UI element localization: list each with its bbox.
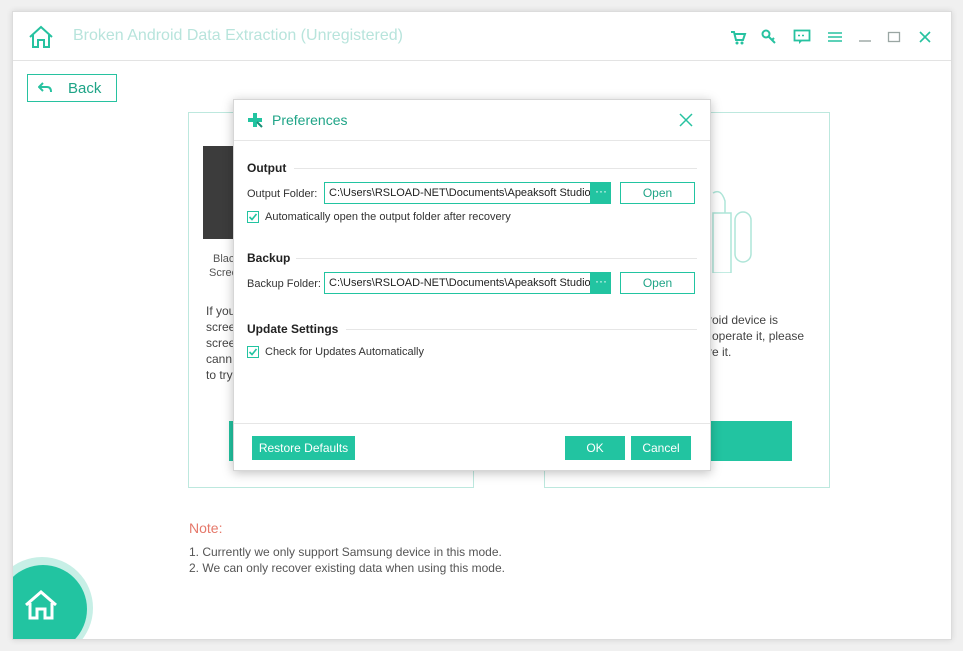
note-title: Note: [189,520,223,536]
panel-text-line: scree [206,320,236,334]
dialog-header: Preferences [234,100,710,141]
cancel-button[interactable]: Cancel [631,436,691,460]
app-logo-icon [247,112,263,133]
panel-text-line: cann [206,352,233,366]
minimize-icon[interactable] [856,28,874,46]
output-open-button[interactable]: Open [620,182,695,204]
close-icon[interactable] [679,113,693,127]
back-label: Back [68,80,102,97]
output-browse-button[interactable]: ··· [591,182,611,204]
back-arrow-icon [37,81,52,99]
backup-browse-button[interactable]: ··· [591,272,611,294]
output-section-title: Output [247,161,287,175]
divider [346,329,697,330]
divider [296,258,697,259]
check-updates-label[interactable]: Check for Updates Automatically [265,346,424,358]
cart-icon[interactable] [729,28,747,46]
panel-text-line: roid device is [708,313,779,327]
footer-divider [234,423,710,424]
check-updates-checkbox[interactable] [247,346,259,358]
panel-text-line: to try [206,368,233,382]
home-icon[interactable] [28,25,54,49]
maximize-icon[interactable] [885,28,903,46]
feedback-icon[interactable] [793,28,811,46]
back-button[interactable]: Back [27,74,117,102]
note-line: 2. We can only recover existing data whe… [189,561,505,575]
panel-text-line: scree [206,336,236,350]
update-section-title: Update Settings [247,322,339,336]
menu-icon[interactable] [826,28,844,46]
app-title: Broken Android Data Extraction (Unregist… [73,27,403,44]
home-icon[interactable] [24,590,58,625]
auto-open-checkbox[interactable] [247,211,259,223]
ok-button[interactable]: OK [565,436,625,460]
close-icon[interactable] [916,28,934,46]
title-bar: Broken Android Data Extraction (Unregist… [13,12,951,61]
panel-text-line: re it. [708,345,732,359]
backup-folder-label: Backup Folder: [247,278,321,290]
panel-text-line: If you [206,304,236,318]
output-folder-input[interactable]: C:\Users\RSLOAD-NET\Documents\Apeaksoft … [324,182,591,204]
restore-defaults-button[interactable]: Restore Defaults [252,436,355,460]
backup-section-title: Backup [247,251,291,265]
auto-open-label[interactable]: Automatically open the output folder aft… [265,211,511,223]
panel-text-line: operate it, please [712,329,805,343]
backup-folder-input[interactable]: C:\Users\RSLOAD-NET\Documents\Apeaksoft … [324,272,591,294]
preferences-dialog: Preferences Output Output Folder: C:\Use… [233,99,711,471]
right-start-button[interactable] [709,421,792,461]
backup-open-button[interactable]: Open [620,272,695,294]
note-line: 1. Currently we only support Samsung dev… [189,545,502,559]
dialog-title: Preferences [272,112,348,128]
output-folder-label: Output Folder: [247,188,318,200]
key-icon[interactable] [760,28,778,46]
divider [294,168,697,169]
